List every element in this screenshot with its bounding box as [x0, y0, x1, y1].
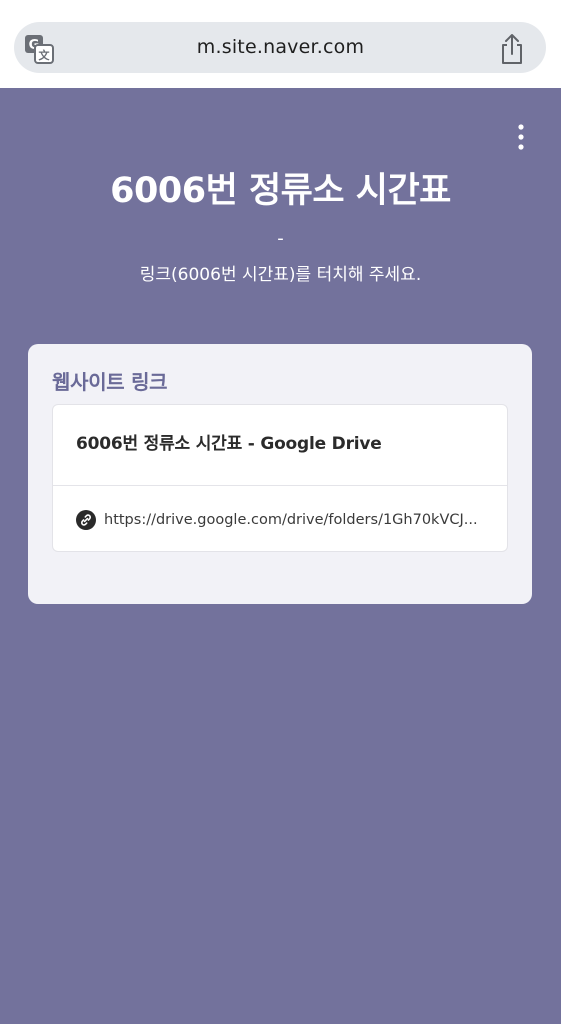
page-description: 링크(6006번 시간표)를 터치해 주세요.	[139, 265, 422, 285]
share-icon[interactable]	[498, 33, 526, 65]
page-title: 6006번 정류소 시간표	[110, 171, 451, 211]
title-separator: -	[277, 228, 284, 249]
svg-text:文: 文	[39, 48, 51, 62]
more-vertical-icon[interactable]	[508, 122, 534, 152]
link-icon	[76, 510, 96, 530]
address-bar[interactable]	[14, 22, 546, 73]
browser-toolbar: G 文 m.site.naver.com	[0, 0, 561, 88]
page-content: 6006번 정류소 시간표 - 링크(6006번 시간표)를 터치해 주세요. …	[0, 88, 561, 1024]
link-divider	[53, 485, 507, 486]
card-heading: 웹사이트 링크	[52, 370, 168, 394]
translate-icon[interactable]: G 文	[24, 34, 54, 64]
website-link-card: 웹사이트 링크 6006번 정류소 시간표 - Google Drive htt…	[28, 344, 532, 604]
link-title: 6006번 정류소 시간표 - Google Drive	[76, 434, 382, 454]
link-url: https://drive.google.com/drive/folders/1…	[104, 512, 478, 528]
website-link-item[interactable]: 6006번 정류소 시간표 - Google Drive https://dri…	[52, 404, 508, 552]
